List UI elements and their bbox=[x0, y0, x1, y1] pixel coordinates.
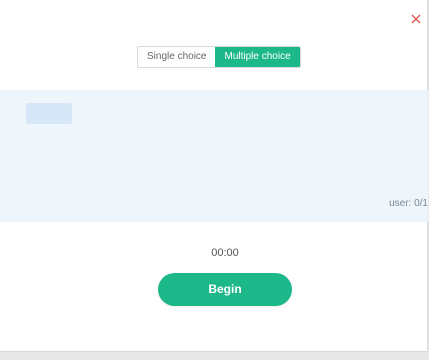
timer-display: 00:00 bbox=[211, 247, 239, 259]
single-choice-tab[interactable]: Single choice bbox=[138, 47, 216, 67]
quiz-dialog: Single choice Multiple choice user: 0/1 … bbox=[0, 0, 428, 352]
close-icon[interactable] bbox=[409, 12, 423, 26]
choice-mode-toggle: Single choice Multiple choice bbox=[137, 46, 301, 68]
answer-placeholder-chip bbox=[26, 103, 72, 124]
begin-button[interactable]: Begin bbox=[158, 273, 292, 306]
answers-panel: user: 0/1 bbox=[0, 90, 428, 222]
user-count-label: user: 0/1 bbox=[389, 198, 428, 209]
multiple-choice-tab[interactable]: Multiple choice bbox=[215, 47, 300, 67]
